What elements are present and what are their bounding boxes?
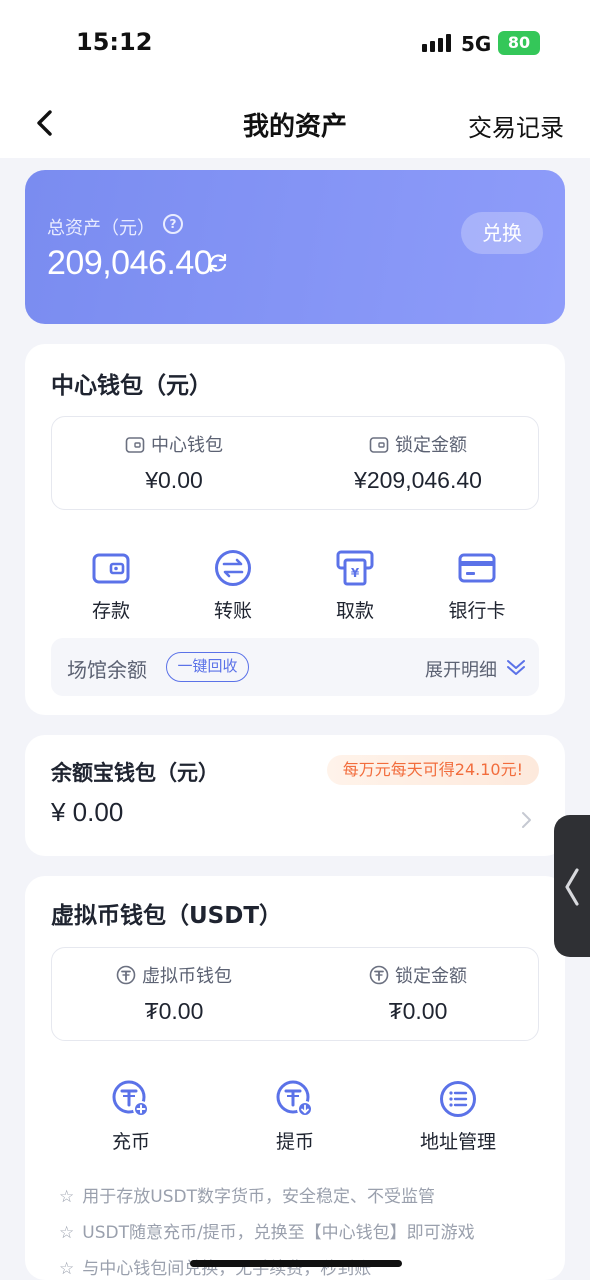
withdraw-icon: ¥ — [336, 550, 374, 586]
bank-card-button[interactable]: 银行卡 — [416, 548, 538, 623]
center-wallet-card: 中心钱包（元） 中心钱包 ¥0.00 锁定金额 ¥209,046.40 存款 转… — [25, 344, 565, 715]
withdraw-label: 取款 — [335, 600, 374, 622]
floating-side-tab[interactable] — [554, 815, 590, 957]
signal-icon — [422, 34, 454, 52]
back-icon[interactable] — [28, 106, 62, 140]
center-wallet-column: 中心钱包 ¥0.00 — [52, 417, 296, 511]
refresh-icon[interactable] — [207, 252, 229, 274]
chevron-right-icon — [522, 812, 531, 828]
withdraw-coin-button[interactable]: 提币 — [234, 1079, 356, 1154]
center-wallet-value: ¥0.00 — [145, 467, 203, 493]
venue-balance-row: 场馆余额 一键回收 展开明细 — [51, 638, 539, 696]
address-management-button[interactable]: 地址管理 — [397, 1079, 519, 1154]
yuebao-wallet-title: 余额宝钱包（元） — [51, 761, 219, 785]
crypto-wallet-title: 虚拟币钱包（USDT） — [51, 903, 283, 929]
bank-card-icon — [458, 553, 496, 583]
star-icon: ☆ — [59, 1223, 75, 1243]
wallet-icon — [92, 553, 130, 584]
transaction-history-link[interactable]: 交易记录 — [468, 108, 564, 143]
network-type: 5G — [461, 32, 492, 56]
crypto-wallet-value: ₮0.00 — [144, 998, 204, 1024]
locked-amount-value: ¥209,046.40 — [354, 467, 482, 493]
locked-amount-label: 锁定金额 — [395, 435, 467, 456]
double-chevron-down-icon[interactable] — [505, 656, 527, 678]
battery-icon: 80 — [498, 31, 540, 55]
chevron-left-icon — [565, 868, 579, 906]
address-list-icon — [440, 1081, 476, 1117]
locked-amount-column: 锁定金额 ¥209,046.40 — [296, 417, 540, 511]
one-click-recycle-button[interactable]: 一键回收 — [166, 652, 249, 682]
interest-promo-badge: 每万元每天可得24.10元! — [326, 755, 539, 785]
transfer-icon — [215, 550, 251, 586]
star-icon: ☆ — [59, 1187, 75, 1207]
usdt-small-icon — [369, 965, 389, 985]
crypto-locked-column: 锁定金额 ₮0.00 — [296, 948, 540, 1042]
deposit-label: 存款 — [91, 600, 130, 622]
yuebao-wallet-card[interactable]: 余额宝钱包（元） 每万元每天可得24.10元! ¥ 0.00 — [25, 735, 565, 856]
home-indicator — [190, 1260, 402, 1267]
note-item: ☆ 用于存放USDT数字货币，安全稳定、不受监管 — [59, 1187, 435, 1207]
withdraw-coin-icon — [276, 1080, 313, 1117]
withdraw-button[interactable]: ¥ 取款 — [294, 548, 416, 623]
deposit-coin-label: 充币 — [111, 1131, 150, 1153]
note-item: ☆ USDT随意充币/提币，兑换至【中心钱包】即可游戏 — [59, 1223, 475, 1243]
venue-balance-label: 场馆余额 — [67, 658, 147, 682]
total-assets-card: 总资产（元） ? 209,046.40 兑换 — [25, 170, 565, 324]
total-assets-label: 总资产（元） — [47, 218, 155, 239]
transfer-button[interactable]: 转账 — [172, 548, 294, 623]
center-wallet-balance-box: 中心钱包 ¥0.00 锁定金额 ¥209,046.40 — [51, 416, 539, 510]
transfer-label: 转账 — [213, 600, 252, 622]
crypto-wallet-card: 虚拟币钱包（USDT） 虚拟币钱包 ₮0.00 锁定金额 ₮0.00 充币 提币… — [25, 876, 565, 1280]
wallet-small-icon — [369, 437, 389, 453]
crypto-wallet-label: 虚拟币钱包 — [142, 966, 232, 987]
deposit-button[interactable]: 存款 — [50, 548, 172, 623]
total-assets-value: 209,046.40 — [47, 244, 213, 282]
usdt-small-icon — [116, 965, 136, 985]
bank-card-label: 银行卡 — [448, 600, 506, 622]
center-wallet-title: 中心钱包（元） — [51, 373, 212, 399]
exchange-button[interactable]: 兑换 — [461, 212, 543, 254]
wallet-small-icon — [125, 437, 145, 453]
crypto-wallet-balance-box: 虚拟币钱包 ₮0.00 锁定金额 ₮0.00 — [51, 947, 539, 1041]
withdraw-coin-label: 提币 — [275, 1131, 314, 1153]
crypto-locked-label: 锁定金额 — [395, 966, 467, 987]
crypto-wallet-column: 虚拟币钱包 ₮0.00 — [52, 948, 296, 1042]
status-time: 15:12 — [76, 28, 153, 56]
svg-text:¥: ¥ — [351, 566, 360, 580]
address-management-label: 地址管理 — [419, 1131, 496, 1153]
yuebao-wallet-value: ¥ 0.00 — [51, 797, 124, 827]
crypto-locked-value: ₮0.00 — [388, 998, 448, 1024]
deposit-coin-button[interactable]: 充币 — [70, 1079, 192, 1154]
deposit-coin-icon — [112, 1080, 149, 1117]
status-bar: 15:12 5G 80 — [0, 0, 590, 88]
star-icon: ☆ — [59, 1259, 75, 1279]
center-wallet-label: 中心钱包 — [151, 435, 223, 456]
nav-bar: 我的资产 交易记录 — [0, 88, 590, 158]
expand-details-link[interactable]: 展开明细 — [425, 656, 497, 682]
help-icon[interactable]: ? — [163, 214, 183, 234]
